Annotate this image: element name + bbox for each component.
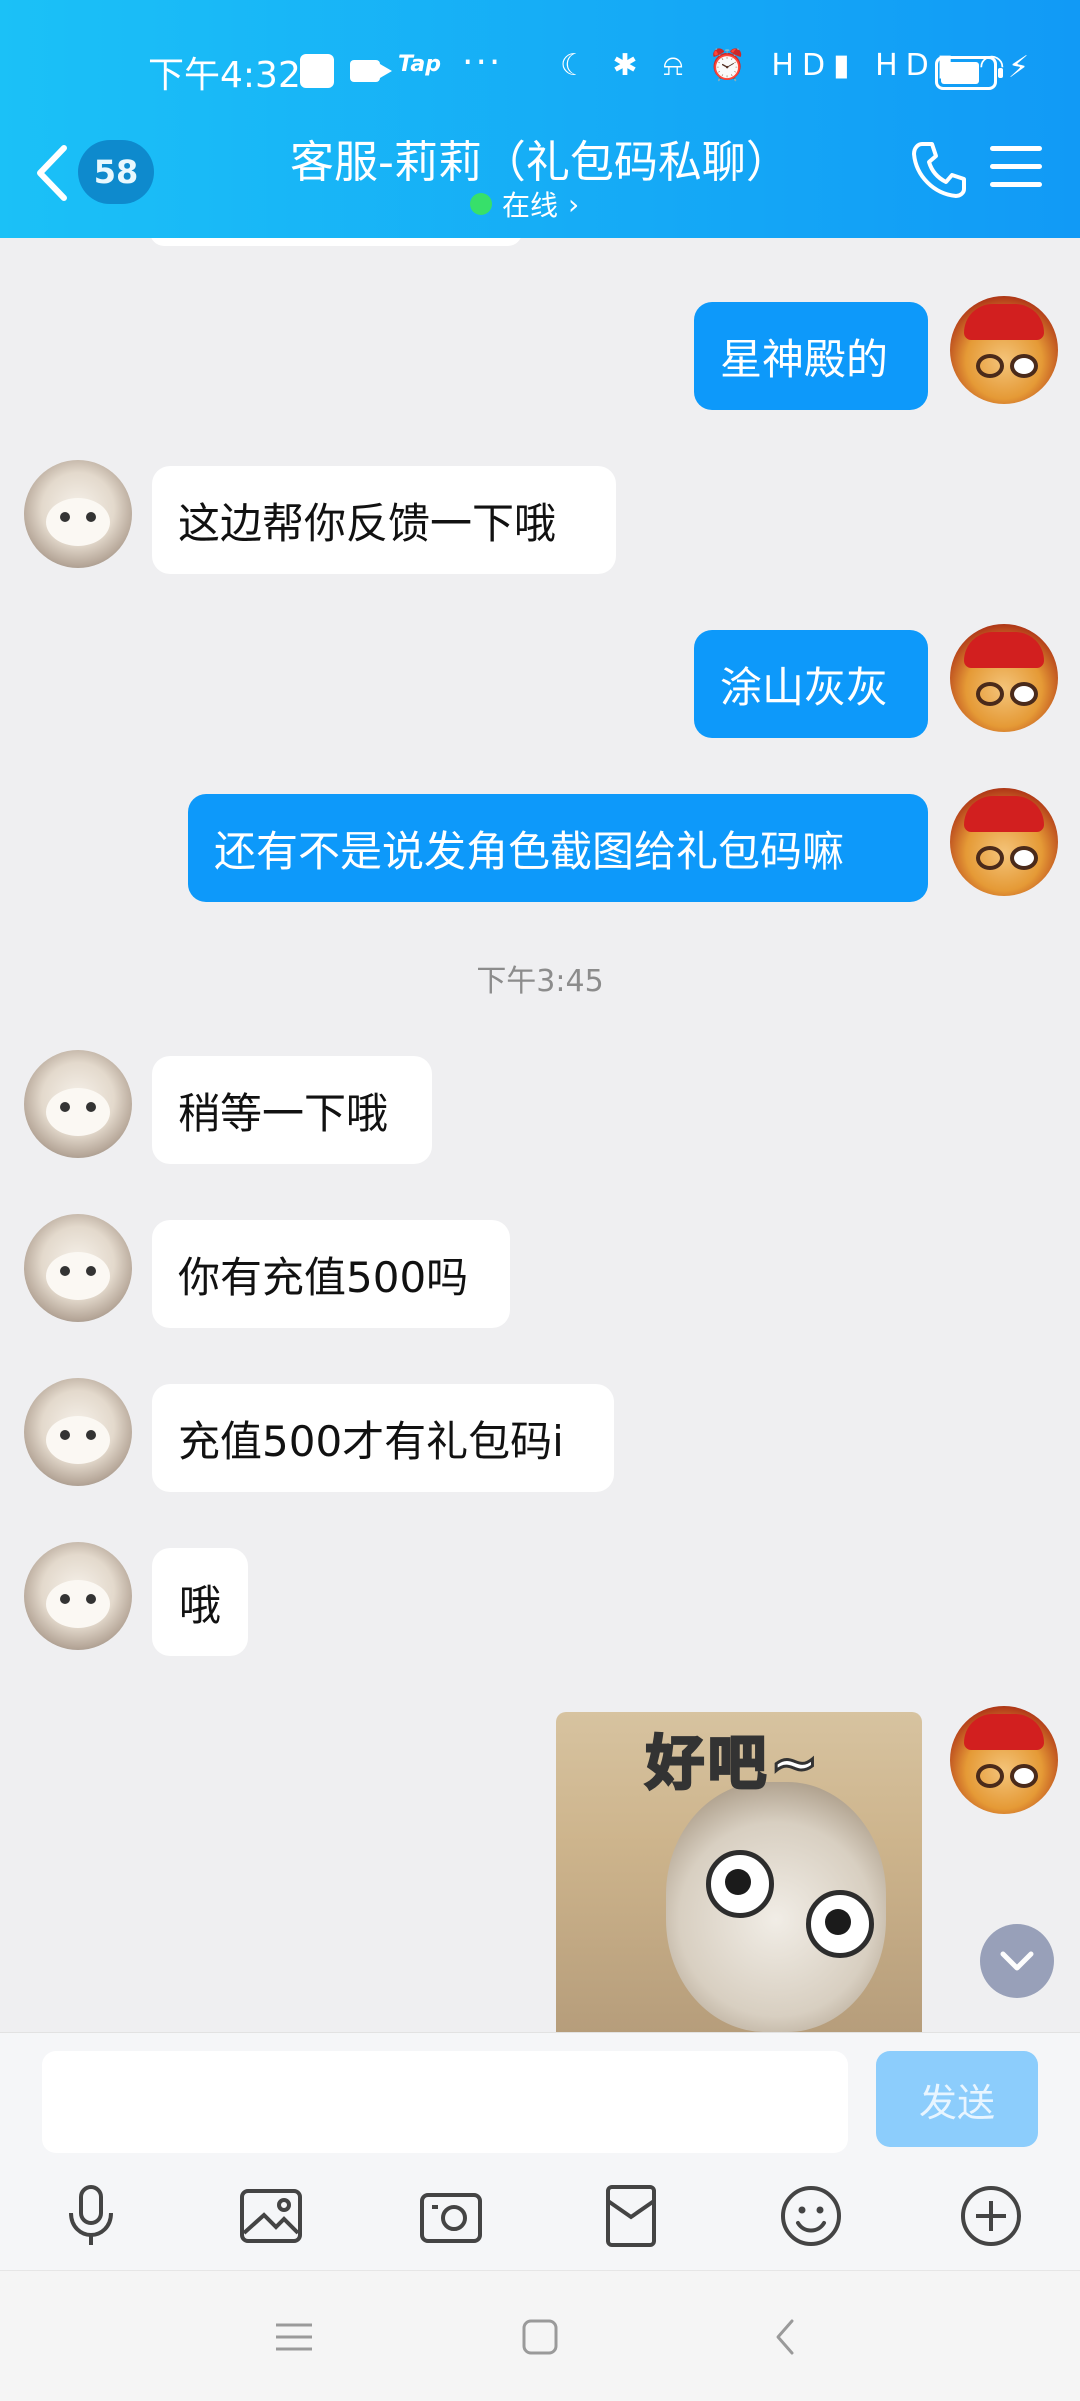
incoming-message[interactable]: 这边帮你反馈一下哦 xyxy=(152,466,616,574)
incoming-message[interactable]: 哦 xyxy=(152,1548,248,1656)
agent-avatar[interactable] xyxy=(24,1378,132,1486)
chat-header: 下午4:32 Tap ··· ☾ ✱ ⍾ ⏰ HD▮ HD▮ ◠ ⚡ 58 客服… xyxy=(0,0,1080,238)
home-icon[interactable] xyxy=(518,2315,562,2359)
send-button[interactable]: 发送 xyxy=(876,2051,1038,2147)
sticker-cat-eye xyxy=(806,1890,874,1958)
back-icon[interactable] xyxy=(764,2315,808,2359)
menu-icon[interactable] xyxy=(272,2315,316,2359)
online-dot-icon xyxy=(470,193,492,215)
sticker-image[interactable]: 好吧~ xyxy=(556,1712,922,2032)
chat-title[interactable]: 客服-莉莉（礼包码私聊） xyxy=(200,126,880,190)
battery-icon xyxy=(935,56,1003,90)
sticker-cat-eye xyxy=(706,1850,774,1918)
message-input[interactable] xyxy=(42,2051,848,2153)
agent-avatar[interactable] xyxy=(24,1542,132,1650)
online-status-label: 在线 xyxy=(502,189,559,222)
partial-message-bubble xyxy=(150,238,522,246)
notification-icon xyxy=(300,54,334,88)
unread-count-badge: 58 xyxy=(78,140,154,204)
sticker-caption: 好吧~ xyxy=(645,1728,823,1799)
agent-avatar[interactable] xyxy=(24,1050,132,1158)
status-time: 下午4:32 xyxy=(148,55,301,96)
menu-line xyxy=(990,164,1042,169)
system-navigation-bar xyxy=(0,2270,1080,2401)
my-avatar[interactable] xyxy=(950,1706,1058,1814)
phone-icon[interactable] xyxy=(910,138,966,198)
outgoing-message[interactable]: 星神殿的 xyxy=(694,302,928,410)
red-packet-icon[interactable] xyxy=(596,2181,666,2251)
composer-bar: 发送 xyxy=(0,2032,1080,2271)
incoming-message[interactable]: 你有充值500吗 xyxy=(152,1220,510,1328)
emoji-icon[interactable] xyxy=(776,2181,846,2251)
chevron-down-icon xyxy=(1000,1951,1034,1971)
video-icon xyxy=(350,60,392,82)
incoming-message[interactable]: 充值500才有礼包码i xyxy=(152,1384,614,1492)
menu-line xyxy=(990,146,1042,151)
my-avatar[interactable] xyxy=(950,788,1058,896)
chevron-right-icon: › xyxy=(568,187,580,221)
microphone-icon[interactable] xyxy=(56,2181,126,2251)
my-avatar[interactable] xyxy=(950,624,1058,732)
online-status[interactable]: 在线 › xyxy=(470,184,579,224)
plus-icon[interactable] xyxy=(956,2181,1026,2251)
camera-icon[interactable] xyxy=(416,2181,486,2251)
outgoing-message[interactable]: 涂山灰灰 xyxy=(694,630,928,738)
outgoing-message[interactable]: 还有不是说发角色截图给礼包码嘛 xyxy=(188,794,928,902)
charging-icon: ⚡ xyxy=(1008,50,1030,85)
image-icon[interactable] xyxy=(236,2181,306,2251)
agent-avatar[interactable] xyxy=(24,460,132,568)
my-avatar[interactable] xyxy=(950,296,1058,404)
incoming-message[interactable]: 稍等一下哦 xyxy=(152,1056,432,1164)
agent-avatar[interactable] xyxy=(24,1214,132,1322)
message-timestamp: 下午3:45 xyxy=(476,964,604,999)
back-chevron-icon xyxy=(37,145,67,201)
scroll-to-bottom-button[interactable] xyxy=(980,1924,1054,1998)
status-bar: 下午4:32 Tap ··· ☾ ✱ ⍾ ⏰ HD▮ HD▮ ◠ ⚡ xyxy=(0,40,1080,100)
message-list[interactable]: 星神殿的 这边帮你反馈一下哦 涂山灰灰 还有不是说发角色截图给礼包码嘛 下午3:… xyxy=(0,238,1080,2032)
tap-app-icon: Tap xyxy=(398,52,441,77)
menu-icon[interactable] xyxy=(990,146,1042,188)
more-notifications-icon: ··· xyxy=(462,42,503,83)
menu-line xyxy=(990,182,1042,187)
